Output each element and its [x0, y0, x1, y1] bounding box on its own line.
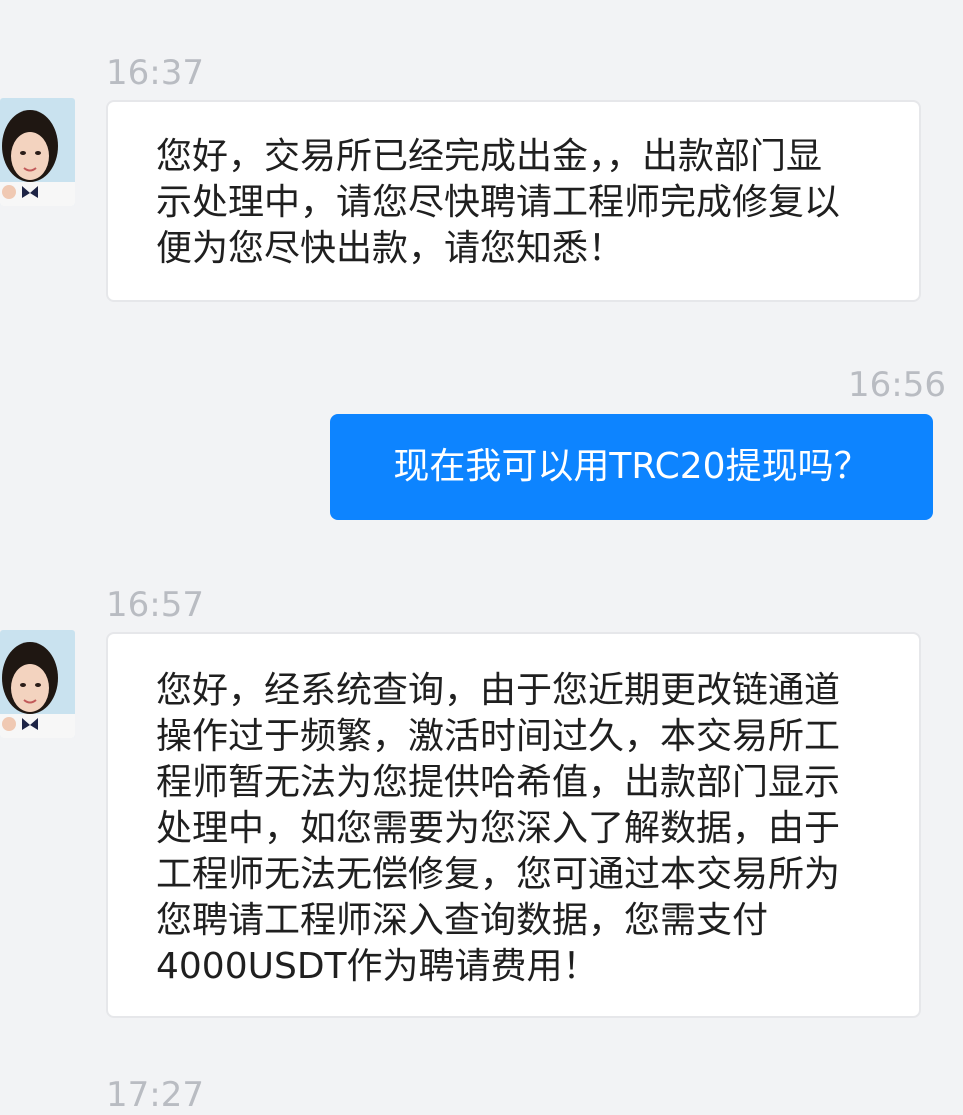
message-timestamp: 16:57	[106, 585, 204, 625]
incoming-message-bubble[interactable]: 您好，经系统查询，由于您近期更改链通道操作过于频繁，激活时间过久，本交易所工程师…	[106, 632, 921, 1018]
message-text: 您好，经系统查询，由于您近期更改链通道操作过于频繁，激活时间过久，本交易所工程师…	[156, 670, 841, 987]
incoming-message-bubble[interactable]: 您好，交易所已经完成出金，，出款部门显示处理中，请您尽快聘请工程师完成修复以便为…	[106, 100, 921, 302]
female-agent-avatar-icon	[0, 98, 75, 206]
agent-avatar[interactable]	[0, 630, 75, 738]
message-timestamp: 16:56	[848, 365, 946, 405]
outgoing-message-bubble[interactable]: 现在我可以用TRC20提现吗？	[330, 414, 933, 520]
message-text: 您好，交易所已经完成出金，，出款部门显示处理中，请您尽快聘请工程师完成修复以便为…	[156, 136, 841, 269]
agent-avatar[interactable]	[0, 98, 75, 206]
message-timestamp: 17:27	[106, 1075, 204, 1115]
message-text: 现在我可以用TRC20提现吗？	[393, 446, 870, 487]
message-timestamp: 16:37	[106, 53, 204, 93]
female-agent-avatar-icon	[0, 630, 75, 738]
